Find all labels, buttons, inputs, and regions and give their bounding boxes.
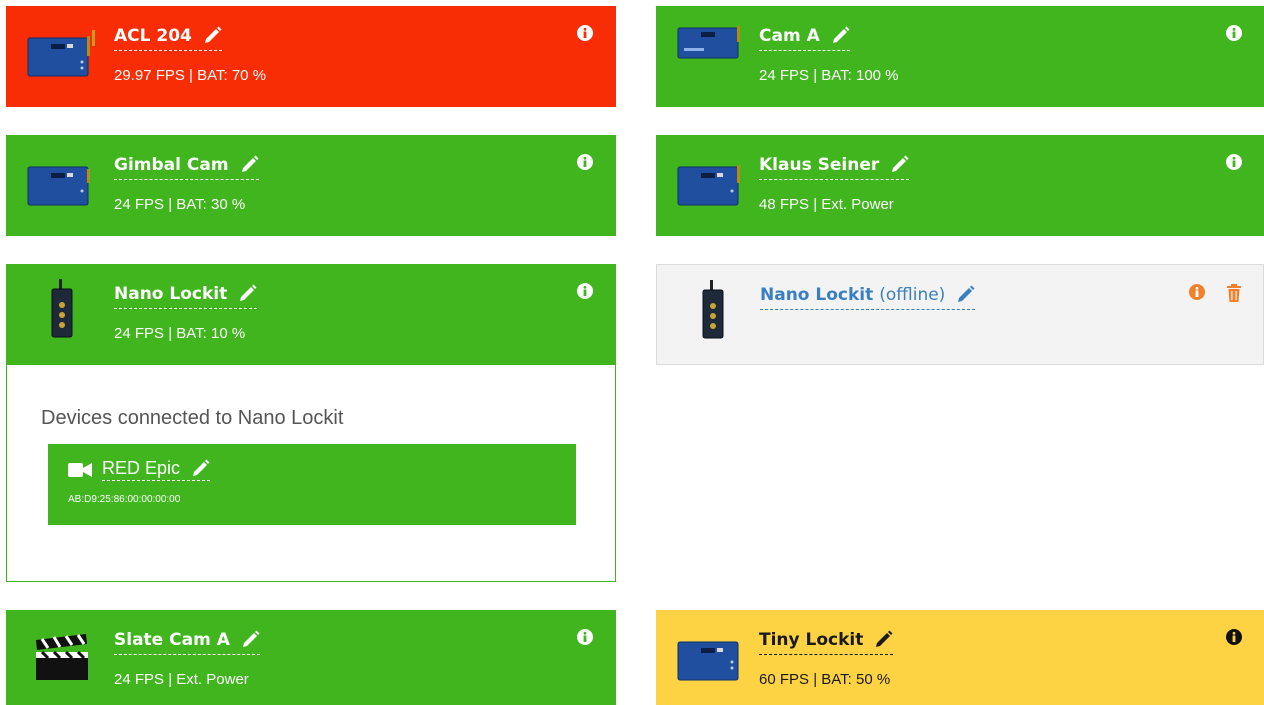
device-status: 24 FPS | BAT: 100 % [759,67,899,84]
device-status: 24 FPS | BAT: 10 % [114,325,246,342]
device-status: 48 FPS | Ext. Power [759,196,894,213]
device-card-slate-cam-a[interactable]: Slate Cam A 24 FPS | Ext. Power [6,610,616,705]
info-icon[interactable] [1189,284,1205,300]
device-name[interactable]: ACL 204 [114,24,222,51]
pencil-icon[interactable] [239,155,259,175]
device-name[interactable]: Gimbal Cam [114,153,259,180]
device-status: 60 FPS | BAT: 50 % [759,671,891,688]
connected-devices-panel: Devices connected to Nano Lockit RED Epi… [6,365,616,582]
device-name[interactable]: Nano Lockit [114,282,258,309]
pencil-icon[interactable] [202,26,222,46]
connected-device-name[interactable]: RED Epic [102,458,211,481]
pencil-icon[interactable] [873,630,893,650]
info-icon[interactable] [1226,154,1242,170]
info-icon[interactable] [577,629,593,645]
device-card-gimbal-cam[interactable]: Gimbal Cam 24 FPS | BAT: 30 % [6,135,616,236]
info-icon[interactable] [577,154,593,170]
pencil-icon[interactable] [190,459,210,479]
nano-lockit-icon [702,280,724,339]
info-icon[interactable] [1226,25,1242,41]
trash-icon[interactable] [1226,284,1242,302]
offline-label: (offline) [879,285,946,305]
pencil-icon[interactable] [240,630,260,650]
device-status: 24 FPS | BAT: 30 % [114,196,246,213]
device-name[interactable]: Slate Cam A [114,628,260,655]
lockit-box-icon [27,30,95,77]
info-icon[interactable] [577,283,593,299]
lockit-box-icon [677,641,739,681]
device-card-nano-lockit-offline[interactable]: Nano Lockit (offline) [656,264,1264,365]
pencil-icon[interactable] [830,26,850,46]
device-name[interactable]: Cam A [759,24,850,51]
info-icon[interactable] [1226,629,1242,645]
lockit-box-icon [677,165,740,206]
connected-devices-title: Devices connected to Nano Lockit [41,407,344,429]
device-status: 29.97 FPS | BAT: 70 % [114,67,267,84]
device-card-klaus-seiner[interactable]: Klaus Seiner 48 FPS | Ext. Power [656,135,1264,236]
connected-device-mac: AB:D9:25:86:00:00:00:00 [68,494,181,505]
pencil-icon[interactable] [237,284,257,304]
device-card-acl-204[interactable]: ACL 204 29.97 FPS | BAT: 70 % [6,6,616,107]
device-name[interactable]: Tiny Lockit [759,628,894,655]
video-camera-icon [68,462,92,477]
lockit-box-icon [677,26,740,59]
connected-device-card[interactable]: RED Epic AB:D9:25:86:00:00:00:00 [48,444,576,525]
nano-lockit-icon [51,279,73,338]
pencil-icon[interactable] [889,155,909,175]
device-name[interactable]: Nano Lockit (offline) [760,283,976,310]
device-name[interactable]: Klaus Seiner [759,153,910,180]
pencil-icon[interactable] [955,285,975,305]
clapperboard-icon [36,634,88,680]
device-card-cam-a[interactable]: Cam A 24 FPS | BAT: 100 % [656,6,1264,107]
info-icon[interactable] [577,25,593,41]
device-status: 24 FPS | Ext. Power [114,671,249,688]
device-card-tiny-lockit[interactable]: Tiny Lockit 60 FPS | BAT: 50 % [656,610,1264,705]
device-card-nano-lockit[interactable]: Nano Lockit 24 FPS | BAT: 10 % [6,264,616,365]
lockit-box-icon [27,166,90,206]
